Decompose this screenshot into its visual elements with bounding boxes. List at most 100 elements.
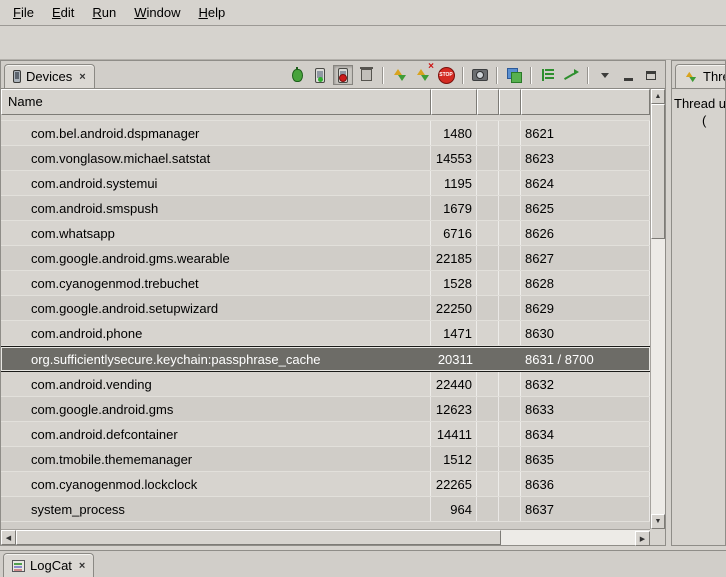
row-name: com.android.vending	[1, 372, 431, 396]
maximize-icon[interactable]	[641, 65, 661, 85]
horizontal-scrollbar[interactable]: ◀ ▶	[1, 529, 650, 545]
row-name: com.android.phone	[1, 321, 431, 345]
row-port: 8636	[521, 472, 650, 496]
row-blank-cell	[499, 397, 521, 421]
update-heap-icon[interactable]	[310, 65, 330, 85]
workspace: Devices × × STOP	[0, 60, 726, 550]
row-port: 8625	[521, 196, 650, 220]
stop-thread-updates-icon[interactable]: ×	[413, 65, 433, 85]
row-blank-cell	[477, 171, 499, 195]
minimize-icon[interactable]	[618, 65, 638, 85]
tab-devices[interactable]: Devices ×	[4, 64, 95, 89]
table-row[interactable]: com.android.smspush 1679 8625	[1, 196, 650, 221]
vertical-scrollbar[interactable]: ▲ ▼	[650, 89, 665, 529]
devices-toolbar: × STOP	[95, 65, 665, 88]
row-blank-cell	[499, 447, 521, 471]
row-name: com.android.defcontainer	[1, 422, 431, 446]
row-pid: 14411	[431, 422, 477, 446]
menu-run[interactable]: Run	[83, 1, 125, 24]
row-blank-cell	[477, 146, 499, 170]
row-port: 8631 / 8700	[521, 347, 650, 371]
menu-help[interactable]: Help	[189, 1, 234, 24]
table-row[interactable]: system_process 964 8637	[1, 497, 650, 522]
row-blank-cell	[499, 121, 521, 145]
row-port: 8630	[521, 321, 650, 345]
row-pid: 1512	[431, 447, 477, 471]
column-header-pid[interactable]	[431, 89, 477, 115]
row-port: 8633	[521, 397, 650, 421]
row-port: 8623	[521, 146, 650, 170]
column-header-blank[interactable]	[477, 89, 499, 115]
threads-message-line1: Thread up	[674, 95, 723, 112]
scroll-down-icon[interactable]: ▼	[651, 514, 665, 529]
row-blank-cell	[477, 372, 499, 396]
table-row[interactable]: org.sufficientlysecure.keychain:passphra…	[1, 346, 650, 372]
menu-file[interactable]: File	[4, 1, 43, 24]
tab-logcat-label: LogCat	[30, 558, 72, 573]
tab-logcat[interactable]: LogCat ×	[3, 553, 94, 577]
row-blank-cell	[499, 221, 521, 245]
table-row[interactable]: com.whatsapp 6716 8626	[1, 221, 650, 246]
table-row[interactable]: com.bel.android.dspmanager 1480 8621	[1, 121, 650, 146]
table-row[interactable]: com.google.android.gms 12623 8633	[1, 397, 650, 422]
main-toolbar	[0, 27, 726, 60]
row-pid: 22265	[431, 472, 477, 496]
table-row[interactable]: com.google.android.gms.wearable 22185 86…	[1, 246, 650, 271]
table-row[interactable]: com.android.systemui 1195 8624	[1, 171, 650, 196]
dump-hprof-icon[interactable]	[333, 65, 353, 85]
stop-process-icon[interactable]: STOP	[436, 65, 456, 85]
row-port: 8629	[521, 296, 650, 320]
row-pid: 1679	[431, 196, 477, 220]
table-row[interactable]: com.vonglasow.michael.satstat 14553 8623	[1, 146, 650, 171]
row-blank-cell	[477, 321, 499, 345]
table-row[interactable]: com.cyanogenmod.lockclock 22265 8636	[1, 472, 650, 497]
threads-message-line2: (	[674, 112, 723, 129]
table-row[interactable]: com.google.android.setupwizard 22250 862…	[1, 296, 650, 321]
row-pid: 6716	[431, 221, 477, 245]
close-icon[interactable]: ×	[79, 560, 85, 572]
column-header-port[interactable]	[521, 89, 650, 115]
logcat-icon	[12, 560, 25, 572]
devices-view: Devices × × STOP	[0, 60, 666, 546]
system-trace-icon[interactable]	[504, 65, 524, 85]
scroll-up-icon[interactable]: ▲	[651, 89, 665, 104]
cause-gc-icon[interactable]	[356, 65, 376, 85]
scroll-right-icon[interactable]: ▶	[635, 531, 650, 546]
row-port: 8637	[521, 497, 650, 521]
table-row[interactable]: com.cyanogenmod.trebuchet 1528 8628	[1, 271, 650, 296]
row-port: 8627	[521, 246, 650, 270]
view-menu-icon[interactable]	[595, 65, 615, 85]
row-pid: 1480	[431, 121, 477, 145]
row-pid: 14553	[431, 146, 477, 170]
menu-window[interactable]: Window	[125, 1, 189, 24]
close-icon[interactable]: ×	[79, 71, 85, 83]
column-header-blank[interactable]	[499, 89, 521, 115]
row-blank-cell	[499, 246, 521, 270]
horizontal-scrollbar-thumb[interactable]	[16, 530, 501, 545]
hierarchy-view-icon[interactable]	[538, 65, 558, 85]
scroll-left-icon[interactable]: ◀	[1, 530, 16, 545]
row-blank-cell	[499, 296, 521, 320]
screen-capture-icon[interactable]	[470, 65, 490, 85]
row-blank-cell	[499, 497, 521, 521]
row-blank-cell	[477, 472, 499, 496]
method-profiling-icon[interactable]	[561, 65, 581, 85]
row-blank-cell	[477, 271, 499, 295]
row-name: com.google.android.gms.wearable	[1, 246, 431, 270]
row-blank-cell	[499, 472, 521, 496]
menu-edit[interactable]: Edit	[43, 1, 83, 24]
row-pid: 1471	[431, 321, 477, 345]
debug-process-icon[interactable]	[287, 65, 307, 85]
row-pid: 20311	[431, 347, 477, 371]
table-row[interactable]: com.android.defcontainer 14411 8634	[1, 422, 650, 447]
column-header-name[interactable]: Name	[1, 89, 431, 115]
table-row[interactable]: com.tmobile.thememanager 1512 8635	[1, 447, 650, 472]
vertical-scrollbar-thumb[interactable]	[651, 104, 665, 239]
row-name: com.cyanogenmod.lockclock	[1, 472, 431, 496]
toolbar-separator	[382, 67, 384, 84]
update-threads-icon[interactable]	[390, 65, 410, 85]
table-row[interactable]: com.android.vending 22440 8632	[1, 372, 650, 397]
tab-threads[interactable]: Threads	[675, 64, 725, 89]
table-row[interactable]: com.android.phone 1471 8630	[1, 321, 650, 346]
row-pid: 964	[431, 497, 477, 521]
